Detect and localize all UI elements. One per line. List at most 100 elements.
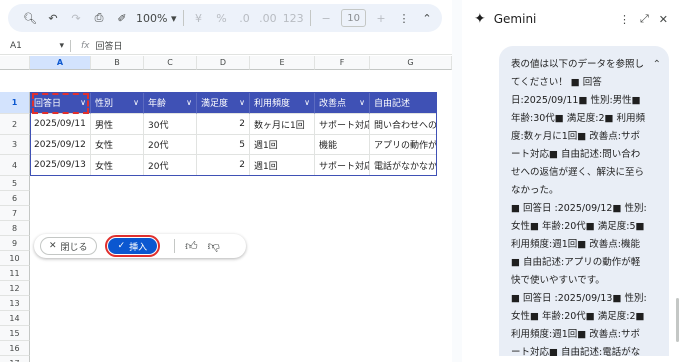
close-button[interactable]: ✕ 閉じる (40, 237, 97, 255)
sheet-grid[interactable]: A B C D E F G 1 2 3 4 5 6 7 8 9 10 11 12… (0, 56, 452, 362)
header-label: 満足度 (201, 99, 229, 109)
chevron-up-icon[interactable]: ⌃ (653, 56, 661, 74)
collapse-toolbar-icon[interactable]: ⌃ (419, 8, 435, 28)
user-prompt-bubble: ⌃ 表の値は以下のデータを参照してください！ ■ 回答日:2025/09/11■… (499, 46, 669, 356)
chevron-down-icon: ▾ (171, 11, 177, 25)
row-header[interactable]: 12 (0, 281, 30, 296)
decrease-decimal-button[interactable]: .0 (237, 8, 253, 28)
annotation-highlight-insert: ✓ 挿入 (104, 235, 161, 257)
table-header-cell[interactable]: 改善点 ∨ (315, 92, 370, 114)
print-icon[interactable]: ⎙ (91, 8, 107, 28)
table-cell[interactable]: 男性 (91, 114, 144, 135)
table-cell[interactable]: サポート対応 (315, 114, 370, 135)
table-header-cell[interactable]: 回答日 ∨ (30, 92, 91, 114)
name-box[interactable]: A1 ▾ (0, 41, 70, 51)
column-header[interactable]: G (370, 56, 452, 70)
table-cell[interactable]: 機能 (315, 135, 370, 155)
close-icon[interactable]: ✕ (659, 13, 668, 26)
row-header[interactable]: 15 (0, 326, 30, 341)
table-cell[interactable]: 数ヶ月に1回 (250, 114, 315, 135)
row-header[interactable]: 3 (0, 135, 30, 155)
font-size-decrease-button[interactable]: − (318, 8, 334, 28)
column-header[interactable]: C (144, 56, 197, 70)
divider (310, 10, 312, 26)
table-cell[interactable]: 女性 (91, 135, 144, 155)
row-header[interactable]: 2 (0, 114, 30, 135)
table-cell[interactable]: サポート対応 (315, 155, 370, 176)
row-header[interactable]: 9 (0, 236, 30, 251)
table-cell[interactable]: 2025/09/11 (30, 114, 91, 135)
table-cell[interactable]: 女性 (91, 155, 144, 176)
row-header[interactable]: 13 (0, 296, 30, 311)
gemini-header: ✦ Gemini ⋮ ⤢ ✕ (462, 0, 680, 38)
percent-format-button[interactable]: % (214, 8, 230, 28)
row-header[interactable]: 14 (0, 311, 30, 326)
column-header[interactable]: D (197, 56, 250, 70)
table-cell[interactable]: 電話がなかなか (370, 155, 437, 176)
table-cell[interactable]: 5 (197, 135, 250, 155)
row-header[interactable]: 11 (0, 266, 30, 281)
row-header[interactable]: 7 (0, 206, 30, 221)
thumbs-down-icon[interactable]: 👎︎ (208, 239, 220, 254)
expand-icon[interactable]: ⤢ (640, 12, 649, 26)
chevron-down-icon[interactable]: ∨ (304, 98, 310, 107)
scrollbar-thumb[interactable] (676, 298, 679, 342)
chevron-down-icon[interactable]: ∨ (133, 98, 139, 107)
formula-input[interactable]: 回答日 (96, 39, 123, 52)
column-header[interactable]: B (91, 56, 144, 70)
zoom-select[interactable]: 100% ▾ (136, 8, 177, 28)
table-cell[interactable]: 2025/09/13 (30, 155, 91, 176)
more-options-icon[interactable]: ⋮ (619, 13, 630, 26)
table-cell[interactable]: 20代 (144, 155, 197, 176)
number-format-button[interactable]: 123 (283, 8, 304, 28)
redo-icon[interactable]: ↷ (68, 8, 84, 28)
table-header-cell[interactable]: 性別 ∨ (91, 92, 144, 114)
table-cell[interactable]: 週1回 (250, 155, 315, 176)
row-header[interactable]: 8 (0, 221, 30, 236)
thumbs-up-icon[interactable]: 👍︎ (185, 239, 198, 254)
column-header[interactable]: E (250, 56, 315, 70)
row-header[interactable]: 10 (0, 251, 30, 266)
currency-format-button[interactable]: ¥ (191, 8, 207, 28)
table-cell[interactable]: 30代 (144, 114, 197, 135)
select-all-corner[interactable] (0, 56, 30, 70)
table-header-cell[interactable]: 年齢 ∨ (144, 92, 197, 114)
prompt-text: 表の値は以下のデータを参照してください！ ■ 回答日:2025/09/11■ 性… (511, 59, 647, 356)
table-header-cell[interactable]: 自由記述 (370, 92, 437, 114)
table-cell[interactable]: 2025/09/12 (30, 135, 91, 155)
chevron-down-icon[interactable]: ∨ (80, 98, 86, 107)
chevron-down-icon[interactable]: ∨ (359, 98, 365, 107)
column-header[interactable]: F (315, 56, 370, 70)
font-size-increase-button[interactable]: + (373, 8, 389, 28)
increase-decimal-button[interactable]: .00 (259, 8, 277, 28)
panel-title: Gemini (493, 12, 537, 26)
table-cell[interactable]: 20代 (144, 135, 197, 155)
table-cell[interactable]: 2 (197, 155, 250, 176)
table-cell[interactable]: 2 (197, 114, 250, 135)
insert-button[interactable]: ✓ 挿入 (107, 238, 158, 254)
row-header[interactable]: 16 (0, 341, 30, 356)
toolbar: 🔍︎ ↶ ↷ ⎙ ✐ 100% ▾ ¥ % .0 .00 123 − 10 + … (8, 4, 442, 32)
row-header[interactable]: 17 (0, 356, 30, 362)
column-header[interactable]: A (30, 56, 91, 70)
paint-format-icon[interactable]: ✐ (114, 8, 130, 28)
table-cell[interactable]: アプリの動作が (370, 135, 437, 155)
row-header[interactable]: 4 (0, 155, 30, 176)
header-label: 回答日 (34, 99, 62, 109)
row-header[interactable]: 1 (0, 92, 30, 114)
table-cell[interactable]: 週1回 (250, 135, 315, 155)
chevron-down-icon[interactable]: ∨ (239, 98, 245, 107)
font-size-input[interactable]: 10 (341, 9, 366, 27)
table-header-cell[interactable]: 利用頻度 ∨ (250, 92, 315, 114)
table-header-cell[interactable]: 満足度 ∨ (197, 92, 250, 114)
undo-icon[interactable]: ↶ (45, 8, 61, 28)
cell-reference: A1 (10, 40, 22, 51)
row-header[interactable]: 5 (0, 176, 30, 191)
search-icon[interactable]: 🔍︎ (22, 8, 38, 28)
row-header[interactable]: 6 (0, 191, 30, 206)
insert-label: 挿入 (129, 242, 148, 253)
chevron-down-icon[interactable]: ∨ (186, 98, 192, 107)
more-options-icon[interactable]: ⋮ (396, 8, 412, 28)
table-cell[interactable]: 問い合わせへの (370, 114, 437, 135)
app-window: 🔍︎ ↶ ↷ ⎙ ✐ 100% ▾ ¥ % .0 .00 123 − 10 + … (0, 0, 680, 362)
